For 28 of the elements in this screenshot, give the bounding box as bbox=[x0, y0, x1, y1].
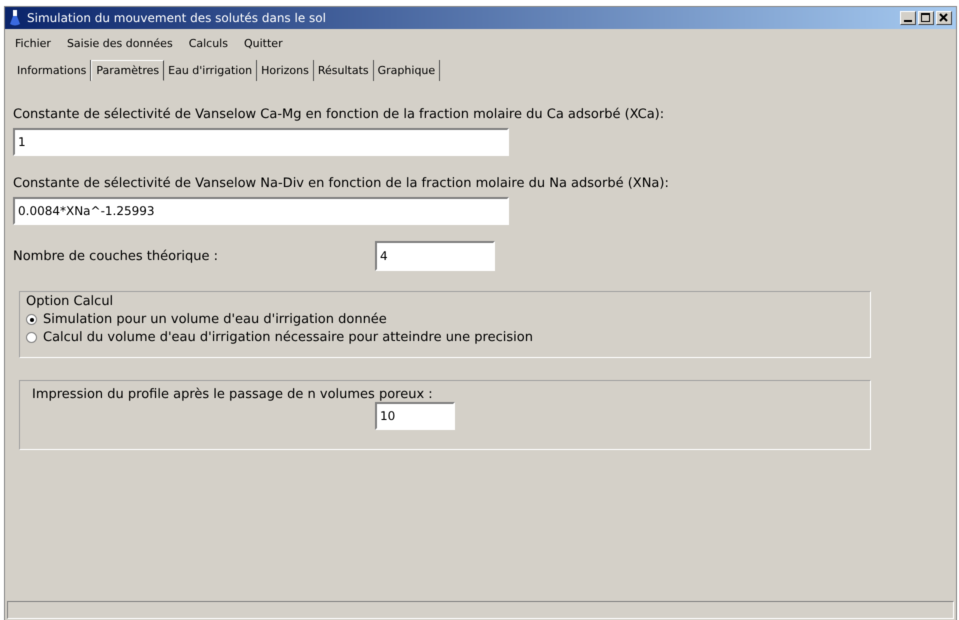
field-label: Impression du profile après le passage de n volumes poreux : bbox=[32, 387, 434, 402]
group-title: Option Calcul bbox=[26, 294, 114, 309]
field-label: Constante de sélectivité de Vanselow Ca-Mg en fonction de la fraction molaire du Ca adsorbé (XCa): bbox=[13, 107, 664, 122]
input-field[interactable]: 0.0084*XNa^-1.25993 bbox=[13, 197, 509, 225]
input-field[interactable]: 4 bbox=[375, 241, 495, 271]
radio-button[interactable] bbox=[26, 332, 37, 343]
field-label: Nombre de couches théorique : bbox=[13, 248, 220, 264]
minimize-button[interactable] bbox=[900, 11, 916, 25]
minimize-icon bbox=[904, 20, 912, 22]
menu-item[interactable]: Calculs bbox=[188, 37, 228, 50]
radio-button[interactable] bbox=[26, 314, 37, 325]
maximize-icon bbox=[921, 13, 931, 23]
option-label: Calcul du volume d'eau d'irrigation nécessaire pour atteindre une precision bbox=[43, 330, 533, 345]
input-field[interactable]: 10 bbox=[375, 402, 455, 430]
option-label: Simulation pour un volume d'eau d'irrigation donnée bbox=[43, 312, 387, 327]
radio-option[interactable]: Simulation pour un volume d'eau d'irrigation donnée bbox=[26, 312, 864, 327]
window-title: Simulation du mouvement des solutés dans le sol bbox=[27, 11, 327, 25]
field-label: Constante de sélectivité de Vanselow Na-Div en fonction de la fraction molaire du Na adsorbé (XNa): bbox=[13, 176, 669, 191]
flask-icon bbox=[9, 10, 21, 26]
tab[interactable]: Paramètres bbox=[91, 60, 164, 81]
input-field[interactable]: 1 bbox=[13, 128, 509, 156]
close-icon bbox=[939, 13, 949, 23]
menu-item[interactable]: Saisie des données bbox=[66, 37, 173, 50]
close-button[interactable] bbox=[936, 11, 952, 25]
maximize-button[interactable] bbox=[918, 11, 934, 25]
menu-item[interactable]: Fichier bbox=[15, 37, 51, 50]
radio-option[interactable]: Calcul du volume d'eau d'irrigation nécessaire pour atteindre une precision bbox=[26, 330, 864, 345]
menu-item[interactable]: Quitter bbox=[244, 37, 283, 50]
